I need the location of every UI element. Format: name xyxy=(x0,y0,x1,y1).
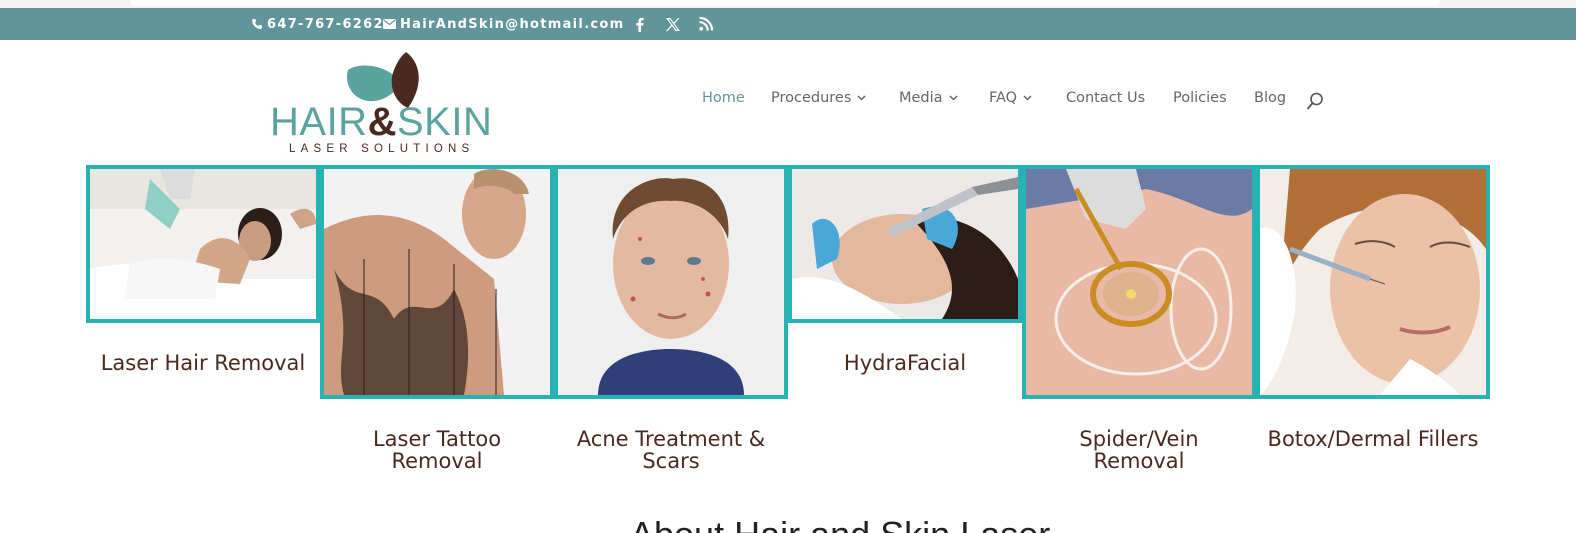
logo-word-skin: SKIN xyxy=(396,100,493,144)
nav-label: Media xyxy=(899,90,943,106)
tile-botox-dermal-fillers[interactable] xyxy=(1256,165,1490,399)
label-line-2: Removal xyxy=(391,449,483,473)
nav-policies[interactable]: Policies xyxy=(1173,90,1227,106)
botox-dermal-fillers-image xyxy=(1260,169,1486,395)
top-strip xyxy=(0,0,1576,8)
nav-label: Policies xyxy=(1173,90,1227,106)
tile-label-laser-hair-removal[interactable]: Laser Hair Removal xyxy=(86,352,320,374)
tile-label-botox-dermal-fillers[interactable]: Botox/Dermal Fillers xyxy=(1250,428,1496,450)
nav-label: FAQ xyxy=(989,90,1018,106)
email-link[interactable]: HairAndSkin@hotmail.com xyxy=(383,8,625,40)
nav-home[interactable]: Home xyxy=(702,90,745,106)
label-line-2: Scars xyxy=(642,449,700,473)
label-line-1: Spider/Vein xyxy=(1079,427,1199,451)
nav-faq[interactable]: FAQ xyxy=(989,90,1032,106)
site-logo[interactable]: HAIR&SKIN LASER SOLUTIONS xyxy=(270,48,500,160)
chevron-down-icon xyxy=(949,95,958,101)
label-line-1: Acne Treatment & xyxy=(576,427,766,451)
acne-treatment-image xyxy=(558,169,784,395)
tile-hydrafacial[interactable] xyxy=(788,165,1022,323)
phone-icon xyxy=(252,19,262,29)
logo-tagline: LASER SOLUTIONS xyxy=(289,143,475,155)
tile-label-laser-tattoo-removal[interactable]: Laser Tattoo Removal xyxy=(320,428,554,472)
nav-media[interactable]: Media xyxy=(899,90,958,106)
tile-laser-tattoo-removal[interactable] xyxy=(320,165,554,399)
chevron-down-icon xyxy=(857,95,866,101)
label-text: Botox/Dermal Fillers xyxy=(1267,427,1479,451)
label-text: HydraFacial xyxy=(843,351,967,375)
tile-label-hydrafacial[interactable]: HydraFacial xyxy=(788,352,1022,374)
nav-label: Contact Us xyxy=(1066,90,1146,106)
logo-ampersand: & xyxy=(367,100,397,144)
tile-acne-treatment[interactable] xyxy=(554,165,788,399)
contact-bar: 647-767-6262 HairAndSkin@hotmail.com xyxy=(0,8,1576,40)
logo-wordmark: HAIR&SKIN xyxy=(270,100,500,145)
laser-tattoo-removal-image xyxy=(324,169,550,395)
x-twitter-icon[interactable] xyxy=(665,8,681,40)
label-line-2: Removal xyxy=(1093,449,1185,473)
nav-procedures[interactable]: Procedures xyxy=(771,90,866,106)
label-text: Laser Hair Removal xyxy=(100,351,306,375)
nav-label: Blog xyxy=(1254,90,1287,106)
hydrafacial-image xyxy=(792,169,1018,319)
logo-word-hair: HAIR xyxy=(270,100,368,144)
envelope-icon xyxy=(383,19,396,29)
spider-vein-removal-image xyxy=(1026,169,1252,395)
tile-laser-hair-removal[interactable] xyxy=(86,165,320,323)
nav-blog[interactable]: Blog xyxy=(1254,90,1286,106)
nav-contact-us[interactable]: Contact Us xyxy=(1066,90,1145,106)
nav-label: Procedures xyxy=(771,90,852,106)
rss-icon[interactable] xyxy=(699,8,713,40)
laser-hair-removal-image xyxy=(90,169,316,319)
nav-label: Home xyxy=(702,90,745,106)
phone-link[interactable]: 647-767-6262 xyxy=(251,8,384,40)
search-icon[interactable] xyxy=(1306,92,1324,112)
facebook-icon[interactable] xyxy=(635,8,644,40)
email-address: HairAndSkin@hotmail.com xyxy=(400,16,625,32)
chevron-down-icon xyxy=(1023,95,1032,101)
tile-label-spider-vein-removal[interactable]: Spider/Vein Removal xyxy=(1022,428,1256,472)
tile-label-acne-treatment[interactable]: Acne Treatment & Scars xyxy=(554,428,788,472)
phone-number: 647-767-6262 xyxy=(267,16,384,32)
tile-spider-vein-removal[interactable] xyxy=(1022,165,1256,399)
section-heading: About Hair and Skin Laser xyxy=(630,514,1050,533)
top-strip-inner xyxy=(130,0,1440,6)
label-line-1: Laser Tattoo xyxy=(372,427,502,451)
